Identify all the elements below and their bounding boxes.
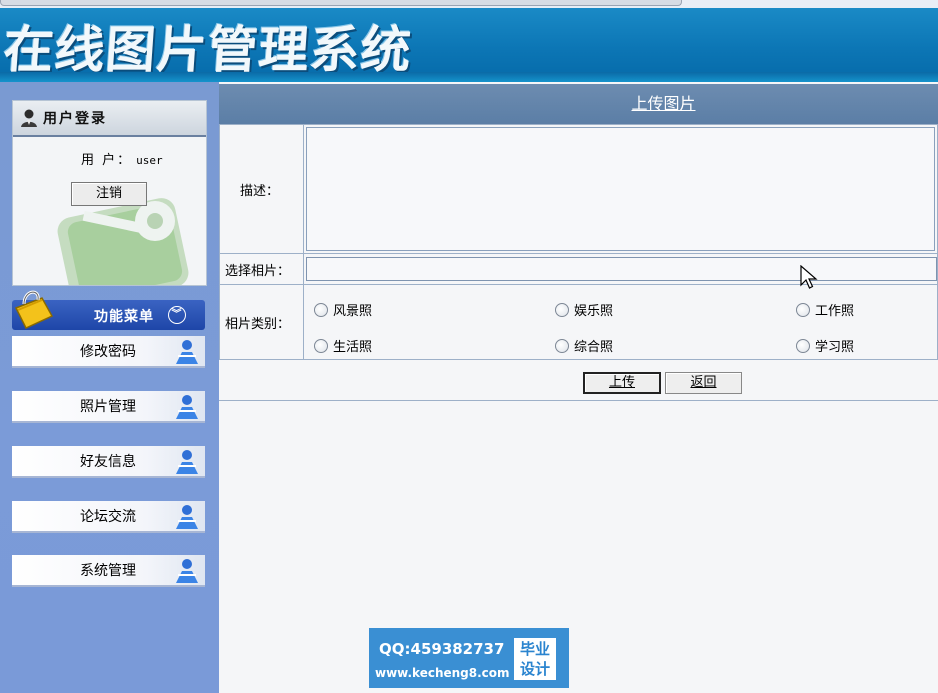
menu-item-label: 论坛交流 <box>80 509 136 525</box>
menu-item-change-password[interactable]: 修改密码 <box>12 336 205 368</box>
radio-button[interactable] <box>555 302 569 317</box>
file-label: 选择相片： <box>219 253 304 285</box>
upload-form: 描述： 选择相片： 相片类别： 风景照 娱乐照 工作照 生活照 综合照 学习照 <box>219 124 938 360</box>
user-value: user <box>136 154 163 167</box>
menu-item-label: 好友信息 <box>80 454 136 470</box>
banner-stripe <box>0 72 938 82</box>
radio-label: 综合照 <box>574 340 614 355</box>
radio-entertainment[interactable]: 娱乐照 <box>555 300 613 319</box>
watermark-url: www.kecheng8.com <box>375 666 510 680</box>
description-cell <box>303 124 938 254</box>
watermark-badge-line2: 设计 <box>519 660 550 678</box>
menu-item-photo-management[interactable]: 照片管理 <box>12 391 205 423</box>
login-panel: 用户登录 用 户： user 注销 <box>12 100 207 286</box>
upload-title-link[interactable]: 上传图片 <box>631 94 695 113</box>
radio-button[interactable] <box>796 302 810 317</box>
radio-label: 工作照 <box>815 304 855 319</box>
category-cell: 风景照 娱乐照 工作照 生活照 综合照 学习照 <box>303 284 938 360</box>
description-row: 描述： <box>219 124 938 254</box>
radio-button[interactable] <box>314 338 328 353</box>
menu-item-label: 照片管理 <box>80 399 136 415</box>
button-row: 上传 返回 <box>219 366 938 401</box>
site-banner: 在线图片管理系统 <box>0 8 938 82</box>
tab-bar <box>0 0 682 6</box>
upload-submit-label: 上传 <box>608 375 635 390</box>
function-menu-title: 功能菜单 <box>94 309 154 325</box>
function-menu-header[interactable]: 功能菜单 ︾ <box>12 290 205 330</box>
upload-submit-button[interactable]: 上传 <box>583 372 661 394</box>
watermark-badge: 毕业 设计 <box>514 638 556 680</box>
logout-button[interactable]: 注销 <box>71 182 147 206</box>
category-radio-group: 风景照 娱乐照 工作照 生活照 综合照 学习照 <box>304 286 937 358</box>
radio-label: 风景照 <box>333 304 373 319</box>
menu-item-forum[interactable]: 论坛交流 <box>12 501 205 533</box>
person-icon <box>176 450 198 474</box>
description-label: 描述： <box>219 124 304 254</box>
menu-item-label: 修改密码 <box>80 344 136 360</box>
file-input[interactable] <box>306 257 937 281</box>
radio-button[interactable] <box>555 338 569 353</box>
watermark-banner: QQ:459382737 www.kecheng8.com 毕业 设计 <box>369 628 569 688</box>
person-icon <box>176 395 198 419</box>
description-textarea[interactable] <box>306 127 935 251</box>
upload-header: 上传图片 <box>219 84 938 124</box>
radio-study[interactable]: 学习照 <box>796 336 854 355</box>
bag-icon <box>14 290 54 329</box>
user-label: 用 户： <box>81 153 133 168</box>
radio-button[interactable] <box>314 302 328 317</box>
radio-scenery[interactable]: 风景照 <box>314 300 372 319</box>
person-icon <box>176 559 198 583</box>
main-content: 上传图片 描述： 选择相片： 相片类别： 风景照 娱乐照 工作照 生活照 综合照… <box>219 82 938 693</box>
back-button[interactable]: 返回 <box>665 372 742 394</box>
radio-label: 生活照 <box>333 340 373 355</box>
file-cell <box>303 253 938 285</box>
category-row: 相片类别： 风景照 娱乐照 工作照 生活照 综合照 学习照 <box>219 284 938 360</box>
category-label: 相片类别： <box>219 284 304 360</box>
person-icon <box>176 340 198 364</box>
chevron-down-icon[interactable]: ︾ <box>168 306 186 324</box>
radio-label: 娱乐照 <box>574 304 614 319</box>
user-icon <box>21 109 37 127</box>
menu-item-label: 系统管理 <box>80 563 136 579</box>
back-label: 返回 <box>690 375 717 390</box>
login-panel-title: 用户登录 <box>43 111 107 127</box>
person-icon <box>176 505 198 529</box>
radio-work[interactable]: 工作照 <box>796 300 854 319</box>
watermark-badge-line1: 毕业 <box>519 640 550 658</box>
login-panel-header: 用户登录 <box>13 101 206 137</box>
radio-general[interactable]: 综合照 <box>555 336 613 355</box>
menu-item-friends[interactable]: 好友信息 <box>12 446 205 478</box>
radio-life[interactable]: 生活照 <box>314 336 372 355</box>
menu-item-system-management[interactable]: 系统管理 <box>12 555 205 587</box>
left-sidebar: 用户登录 用 户： user 注销 功能菜单 ︾ 修改密码 照片管理 好友信息 … <box>0 82 219 693</box>
radio-label: 学习照 <box>815 340 855 355</box>
mouse-cursor-icon <box>800 265 818 289</box>
radio-button[interactable] <box>796 338 810 353</box>
login-panel-body: 用 户： user 注销 <box>13 137 206 285</box>
watermark-qq: QQ:459382737 <box>379 640 505 658</box>
user-row: 用 户： user <box>81 149 163 168</box>
file-row: 选择相片： <box>219 253 938 285</box>
